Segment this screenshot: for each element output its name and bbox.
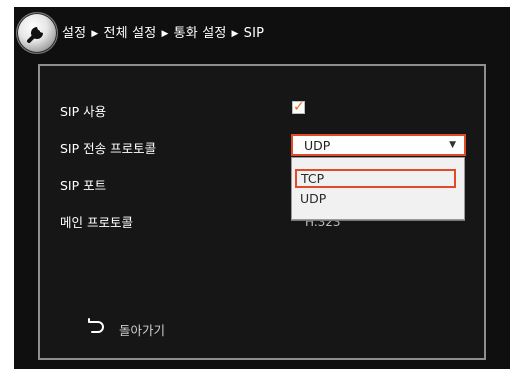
sip-transport-select[interactable]: UDP ▼ bbox=[291, 134, 466, 156]
settings-wrench-icon bbox=[16, 12, 58, 54]
breadcrumb: 설정 ▶ 전체 설정 ▶ 통화 설정 ▶ SIP bbox=[62, 22, 264, 41]
breadcrumb-arrow-icon: ▶ bbox=[231, 29, 239, 39]
back-arrow-icon bbox=[88, 318, 104, 333]
dropdown-option-tcp[interactable]: TCP bbox=[295, 169, 456, 188]
selected-value: UDP bbox=[304, 138, 331, 153]
sip-transport-label: SIP 전송 프로토콜 bbox=[60, 141, 157, 156]
breadcrumb-item-call-settings[interactable]: 통화 설정 bbox=[174, 26, 227, 41]
sip-port-label: SIP 포트 bbox=[60, 178, 107, 193]
dropdown-option-udp[interactable]: UDP bbox=[295, 190, 456, 209]
breadcrumb-arrow-icon: ▶ bbox=[161, 29, 169, 39]
breadcrumb-arrow-icon: ▶ bbox=[91, 29, 99, 39]
back-label: 돌아가기 bbox=[119, 323, 166, 338]
main-protocol-label: 메인 프로토콜 bbox=[60, 215, 133, 230]
back-button[interactable]: 돌아가기 bbox=[88, 318, 228, 338]
breadcrumb-item-general-settings[interactable]: 전체 설정 bbox=[103, 26, 156, 41]
dropdown-arrow-icon: ▼ bbox=[449, 140, 456, 150]
breadcrumb-item-settings[interactable]: 설정 bbox=[62, 26, 86, 41]
breadcrumb-item-sip: SIP bbox=[243, 26, 265, 41]
sip-enable-label: SIP 사용 bbox=[60, 104, 107, 119]
sip-enable-checkbox[interactable]: ✓ bbox=[292, 99, 305, 115]
checkmark-icon: ✓ bbox=[293, 99, 305, 115]
transport-dropdown-list: TCP UDP bbox=[291, 157, 465, 220]
